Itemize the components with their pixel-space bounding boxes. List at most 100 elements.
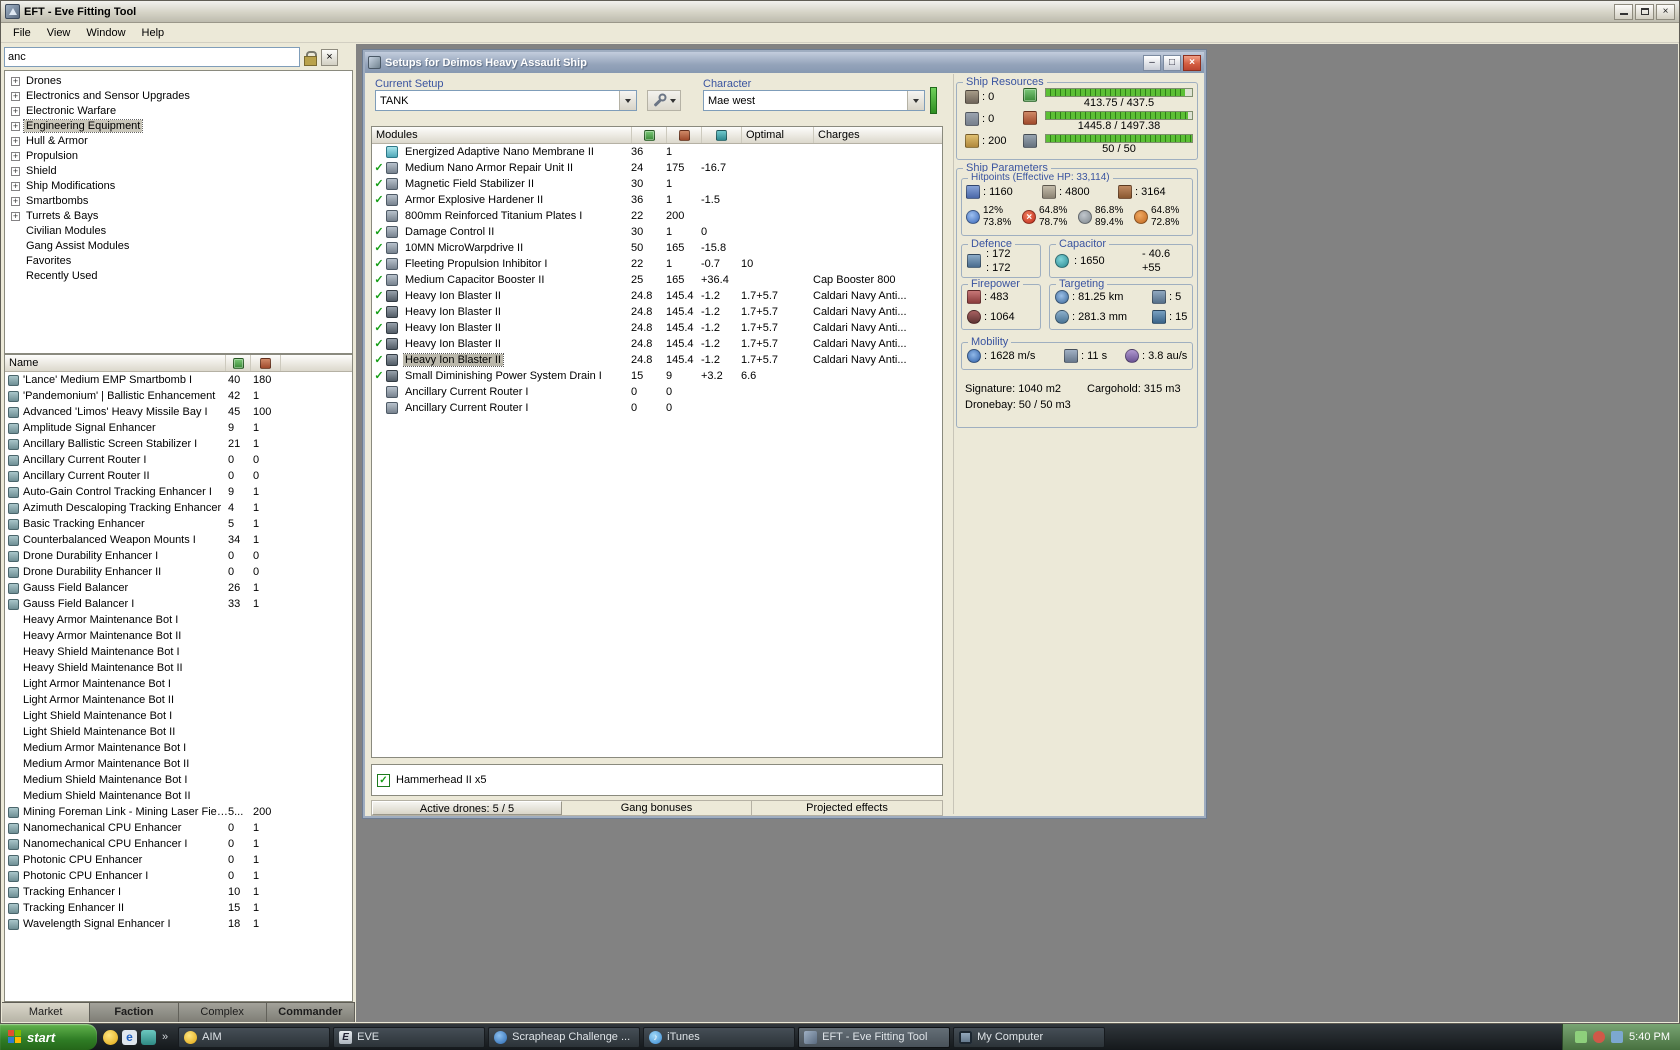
taskbar-button[interactable]: My Computer <box>953 1026 1106 1048</box>
tree-item[interactable]: Favorites <box>9 254 352 269</box>
list-item[interactable]: Advanced 'Limos' Heavy Missile Bay I 45 … <box>5 404 352 420</box>
start-button[interactable]: start <box>0 1024 97 1050</box>
list-item[interactable]: Tracking Enhancer II 15 1 <box>5 900 352 916</box>
tree-item[interactable]: Shield <box>9 164 352 179</box>
tree-item[interactable]: Engineering Equipment <box>9 119 352 134</box>
taskbar-button[interactable]: iTunes <box>643 1026 796 1048</box>
sidebar-tab[interactable]: Market <box>2 1003 91 1022</box>
list-item[interactable]: Amplitude Signal Enhancer 9 1 <box>5 420 352 436</box>
module-row[interactable]: Heavy Ion Blaster II 24.8 145.4 -1.2 1.7… <box>372 336 942 352</box>
tree-item[interactable]: Smartbombs <box>9 194 352 209</box>
module-row[interactable]: 10MN MicroWarpdrive II 50 165 -15.8 <box>372 240 942 256</box>
lock-icon[interactable] <box>304 50 317 66</box>
module-row[interactable]: 800mm Reinforced Titanium Plates I 22 20… <box>372 208 942 224</box>
list-item[interactable]: Medium Armor Maintenance Bot I <box>5 740 352 756</box>
tree-item[interactable]: Hull & Armor <box>9 134 352 149</box>
internet-explorer-icon[interactable] <box>122 1029 137 1045</box>
list-item[interactable]: Heavy Armor Maintenance Bot I <box>5 612 352 628</box>
menu-item[interactable]: View <box>39 25 79 41</box>
expand-icon[interactable] <box>11 167 20 176</box>
tree-item[interactable]: Electronic Warfare <box>9 104 352 119</box>
menu-item[interactable]: File <box>5 25 39 41</box>
module-row[interactable]: Armor Explosive Hardener II 36 1 -1.5 <box>372 192 942 208</box>
tree-item[interactable]: Turrets & Bays <box>9 209 352 224</box>
media-quicklaunch-icon[interactable] <box>141 1029 156 1045</box>
list-item[interactable]: Ancillary Ballistic Screen Stabilizer I … <box>5 436 352 452</box>
list-item[interactable]: Counterbalanced Weapon Mounts I 34 1 <box>5 532 352 548</box>
setup-tools-button[interactable] <box>647 90 681 111</box>
list-item[interactable]: Auto-Gain Control Tracking Enhancer I 9 … <box>5 484 352 500</box>
quicklaunch-overflow-icon[interactable]: » <box>160 1031 170 1043</box>
list-item[interactable]: Photonic CPU Enhancer I 0 1 <box>5 868 352 884</box>
module-row[interactable]: Heavy Ion Blaster II 24.8 145.4 -1.2 1.7… <box>372 352 942 368</box>
sidebar-tab[interactable]: Commander <box>267 1003 355 1022</box>
setup-combo[interactable]: TANK <box>375 90 637 111</box>
main-titlebar[interactable]: EFT - Eve Fitting Tool × <box>1 1 1679 23</box>
item-list-header[interactable]: Name <box>5 355 352 372</box>
list-item[interactable]: Gauss Field Balancer 26 1 <box>5 580 352 596</box>
list-item[interactable]: 'Pandemonium' | Ballistic Enhancement 42… <box>5 388 352 404</box>
tray-icon[interactable] <box>1593 1031 1606 1043</box>
expand-icon[interactable] <box>11 92 20 101</box>
minimize-button[interactable] <box>1614 3 1633 20</box>
close-button[interactable]: × <box>1656 3 1675 20</box>
list-item[interactable]: Heavy Shield Maintenance Bot II <box>5 660 352 676</box>
expand-icon[interactable] <box>11 212 20 221</box>
list-item[interactable]: Light Armor Maintenance Bot II <box>5 692 352 708</box>
character-combo[interactable]: Mae west <box>703 90 925 111</box>
tree-item[interactable]: Drones <box>9 74 352 89</box>
expand-icon[interactable] <box>11 122 20 131</box>
tray-icon[interactable] <box>1575 1031 1588 1043</box>
gang-bonuses-tab[interactable]: Gang bonuses <box>562 801 752 815</box>
setup-maximize-button[interactable]: □ <box>1163 54 1181 71</box>
drone-checkbox[interactable] <box>377 773 390 787</box>
module-row[interactable]: Small Diminishing Power System Drain I 1… <box>372 368 942 384</box>
list-item[interactable]: Ancillary Current Router II 0 0 <box>5 468 352 484</box>
list-item[interactable]: Basic Tracking Enhancer 5 1 <box>5 516 352 532</box>
taskbar-button[interactable]: Scrapheap Challenge ... <box>488 1026 641 1048</box>
taskbar-button[interactable]: EFT - Eve Fitting Tool <box>798 1026 951 1048</box>
list-item[interactable]: Light Shield Maintenance Bot II <box>5 724 352 740</box>
list-item[interactable]: Medium Armor Maintenance Bot II <box>5 756 352 772</box>
panel-close-button[interactable]: × <box>321 48 338 66</box>
list-item[interactable]: Heavy Shield Maintenance Bot I <box>5 644 352 660</box>
module-row[interactable]: Ancillary Current Router I 0 0 <box>372 384 942 400</box>
list-item[interactable]: Medium Shield Maintenance Bot I <box>5 772 352 788</box>
tree-item[interactable]: Electronics and Sensor Upgrades <box>9 89 352 104</box>
module-row[interactable]: Heavy Ion Blaster II 24.8 145.4 -1.2 1.7… <box>372 320 942 336</box>
expand-icon[interactable] <box>11 107 20 116</box>
tree-item[interactable]: Civilian Modules <box>9 224 352 239</box>
module-row[interactable]: Medium Capacitor Booster II 25 165 +36.4… <box>372 272 942 288</box>
list-item[interactable]: Drone Durability Enhancer I 0 0 <box>5 548 352 564</box>
expand-icon[interactable] <box>11 197 20 206</box>
module-row[interactable]: Fleeting Propulsion Inhibitor I 22 1 -0.… <box>372 256 942 272</box>
list-item[interactable]: Mining Foreman Link - Mining Laser Field… <box>5 804 352 820</box>
tree-item[interactable]: Gang Assist Modules <box>9 239 352 254</box>
list-item[interactable]: Nanomechanical CPU Enhancer I 0 1 <box>5 836 352 852</box>
list-item[interactable]: Photonic CPU Enhancer 0 1 <box>5 852 352 868</box>
list-item[interactable]: Wavelength Signal Enhancer I 18 1 <box>5 916 352 932</box>
taskbar-button[interactable]: AIM <box>178 1026 331 1048</box>
list-item[interactable]: Nanomechanical CPU Enhancer 0 1 <box>5 820 352 836</box>
expand-icon[interactable] <box>11 77 20 86</box>
tray-icon[interactable] <box>1611 1031 1624 1043</box>
expand-icon[interactable] <box>11 137 20 146</box>
expand-icon[interactable] <box>11 182 20 191</box>
sidebar-tab[interactable]: Complex <box>179 1003 267 1022</box>
setup-close-button[interactable]: × <box>1183 54 1201 71</box>
list-item[interactable]: Ancillary Current Router I 0 0 <box>5 452 352 468</box>
list-item[interactable]: Light Armor Maintenance Bot I <box>5 676 352 692</box>
character-combo-arrow[interactable] <box>907 91 924 110</box>
sidebar-tab[interactable]: Faction <box>90 1003 179 1022</box>
setup-titlebar[interactable]: Setups for Deimos Heavy Assault Ship – □… <box>365 52 1204 73</box>
expand-icon[interactable] <box>11 152 20 161</box>
setup-minimize-button[interactable]: – <box>1143 54 1161 71</box>
list-item[interactable]: 'Lance' Medium EMP Smartbomb I 40 180 <box>5 372 352 388</box>
list-item[interactable]: Gauss Field Balancer I 33 1 <box>5 596 352 612</box>
tree-item[interactable]: Propulsion <box>9 149 352 164</box>
module-row[interactable]: Magnetic Field Stabilizer II 30 1 <box>372 176 942 192</box>
list-item[interactable]: Heavy Armor Maintenance Bot II <box>5 628 352 644</box>
active-drones-button[interactable]: Active drones: 5 / 5 <box>372 801 562 815</box>
module-row[interactable]: Heavy Ion Blaster II 24.8 145.4 -1.2 1.7… <box>372 288 942 304</box>
projected-effects-tab[interactable]: Projected effects <box>752 801 942 815</box>
